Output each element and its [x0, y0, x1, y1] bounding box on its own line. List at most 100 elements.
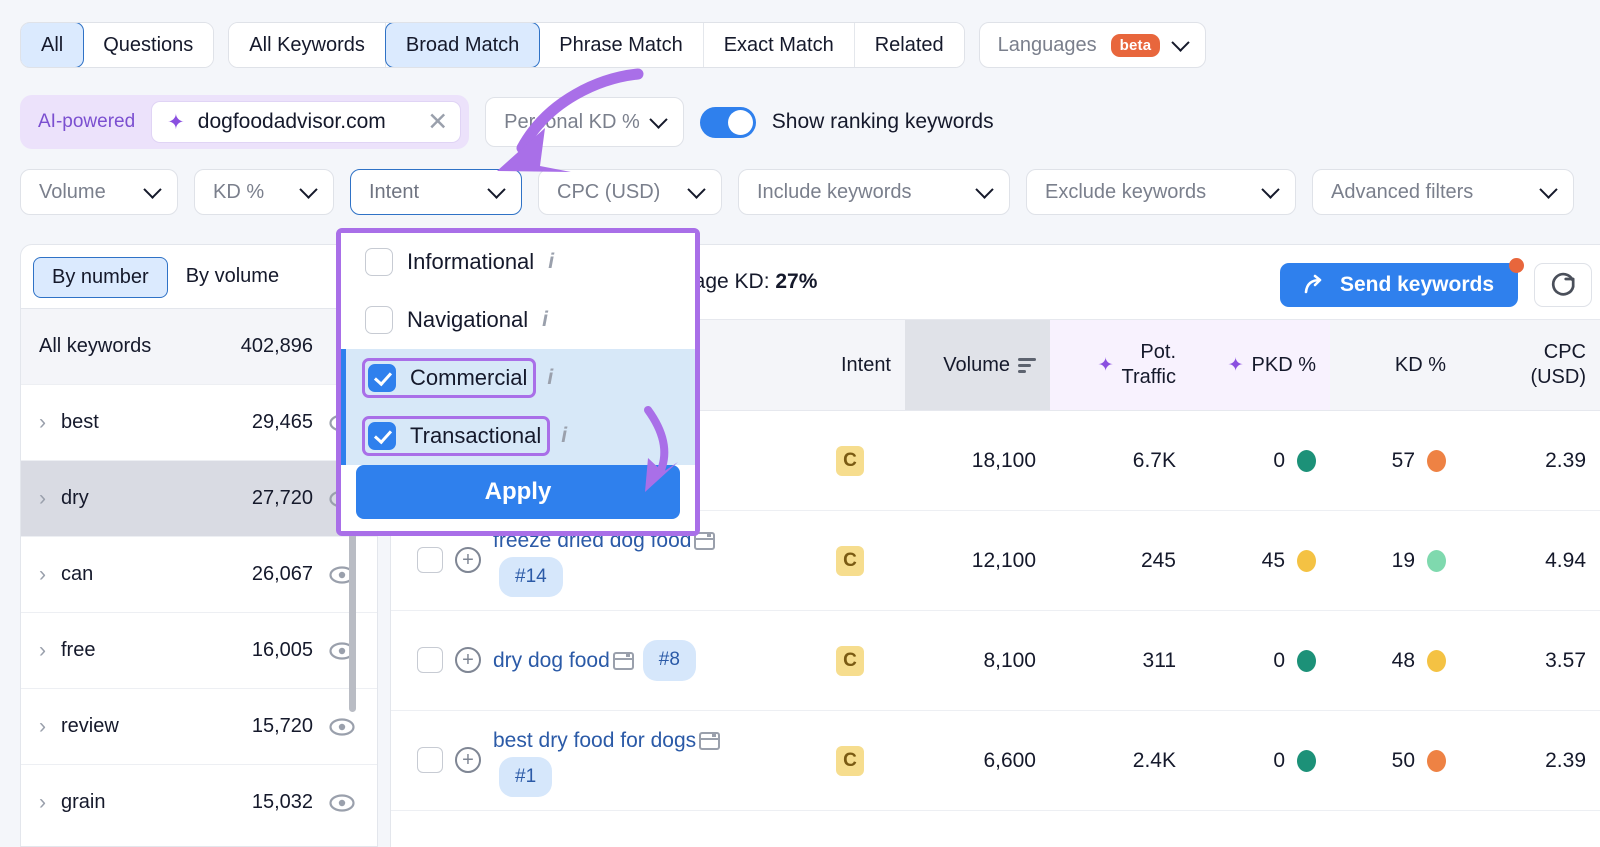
serp-features-icon[interactable]: [699, 732, 720, 750]
domain-input-wrapper[interactable]: ✦ dogfoodadvisor.com ✕: [151, 101, 461, 143]
cell-pkd: 45: [1190, 549, 1330, 573]
table-row[interactable]: +dry dog food#8C8,1003110483.57: [391, 611, 1600, 711]
refresh-button[interactable]: [1534, 263, 1592, 307]
filter-intent[interactable]: Intent: [350, 169, 522, 215]
sidebar-item-free[interactable]: ›free16,005: [21, 612, 377, 688]
chevron-right-icon[interactable]: ›: [39, 715, 61, 739]
personal-kd-dropdown[interactable]: Personal KD %: [485, 97, 684, 147]
chevron-down-icon: [687, 180, 705, 198]
col-volume-label: Volume: [943, 354, 1010, 377]
cell-volume: 8,100: [905, 649, 1050, 673]
chevron-down-icon: [649, 110, 667, 128]
sidebar-item-dry[interactable]: ›dry27,720: [21, 460, 377, 536]
row-checkbox[interactable]: [417, 747, 443, 773]
tab-all-keywords[interactable]: All Keywords: [229, 23, 386, 67]
chevron-right-icon[interactable]: ›: [39, 791, 61, 815]
tab-exact-match[interactable]: Exact Match: [704, 23, 855, 67]
row-checkbox[interactable]: [417, 647, 443, 673]
sidebar-item-can[interactable]: ›can26,067: [21, 536, 377, 612]
cell-pkd: 0: [1190, 749, 1330, 773]
cell-volume: 6,600: [905, 749, 1050, 773]
intent-checkbox[interactable]: [368, 364, 396, 392]
intent-option-navigational[interactable]: Navigationali: [341, 291, 695, 349]
add-keyword-icon[interactable]: +: [455, 647, 481, 673]
filter-exclude-keywords[interactable]: Exclude keywords: [1026, 169, 1296, 215]
col-pot-traffic[interactable]: ✦ Pot. Traffic: [1050, 320, 1190, 410]
position-chip: #8: [643, 640, 696, 680]
tab-phrase-match[interactable]: Phrase Match: [539, 23, 703, 67]
intent-badge: C: [836, 646, 864, 676]
intent-option-label: Transactional: [410, 423, 541, 449]
info-icon[interactable]: i: [548, 250, 554, 274]
info-icon[interactable]: i: [542, 308, 548, 332]
ai-powered-label: AI-powered: [20, 111, 151, 133]
sidebar-sort-tabs: By number By volume: [21, 245, 377, 308]
show-ranking-keywords-toggle[interactable]: [700, 107, 756, 138]
col-pot-traffic-line2: Traffic: [1122, 365, 1176, 390]
sidebar-item-best[interactable]: ›best29,465: [21, 384, 377, 460]
send-keywords-button[interactable]: Send keywords: [1280, 263, 1518, 307]
pkd-dot: [1297, 750, 1316, 772]
intent-checkbox[interactable]: [365, 248, 393, 276]
pkd-dot: [1297, 550, 1316, 572]
ai-powered-search: AI-powered ✦ dogfoodadvisor.com ✕: [20, 95, 469, 149]
keyword-link[interactable]: dry dog food#8: [493, 640, 696, 680]
sort-icon[interactable]: [1018, 358, 1036, 373]
keyword-groups-sidebar: By number By volume All keywords402,896›…: [20, 244, 378, 847]
chevron-down-icon: [1261, 180, 1279, 198]
tab-broad-match[interactable]: Broad Match: [385, 22, 540, 68]
cell-kd: 57: [1330, 449, 1460, 473]
intent-checkbox[interactable]: [368, 422, 396, 450]
chevron-right-icon[interactable]: ›: [39, 563, 61, 587]
intent-checkbox[interactable]: [365, 306, 393, 334]
intent-option-commercial[interactable]: Commerciali: [341, 349, 695, 407]
serp-features-icon[interactable]: [613, 652, 634, 670]
filter-kd[interactable]: KD %: [194, 169, 334, 215]
languages-dropdown[interactable]: Languages beta: [979, 22, 1207, 68]
cell-kd: 50: [1330, 749, 1460, 773]
col-kd[interactable]: KD %: [1330, 320, 1460, 410]
col-pkd[interactable]: ✦ PKD %: [1190, 320, 1330, 410]
col-intent[interactable]: Intent: [795, 320, 905, 410]
sidebar-tab-by-number[interactable]: By number: [33, 257, 168, 298]
intent-badge: C: [836, 746, 864, 776]
tab-questions[interactable]: Questions: [83, 23, 213, 67]
tab-all[interactable]: All: [20, 22, 84, 68]
apply-button[interactable]: Apply: [356, 465, 680, 519]
sidebar-tab-by-volume[interactable]: By volume: [168, 257, 297, 298]
question-filter-group: All Questions: [20, 22, 214, 68]
filter-include-keywords[interactable]: Include keywords: [738, 169, 1010, 215]
col-volume[interactable]: Volume: [905, 320, 1050, 410]
filter-cpc[interactable]: CPC (USD): [538, 169, 722, 215]
row-checkbox[interactable]: [417, 547, 443, 573]
filter-kd-label: KD %: [213, 181, 264, 204]
filter-volume[interactable]: Volume: [20, 169, 178, 215]
col-cpc-line2: (USD): [1530, 365, 1586, 390]
share-arrow-icon: [1304, 274, 1328, 296]
col-cpc-line1: CPC: [1544, 340, 1586, 365]
sidebar-item-review[interactable]: ›review15,720: [21, 688, 377, 764]
filter-advanced[interactable]: Advanced filters: [1312, 169, 1574, 215]
info-icon[interactable]: i: [547, 366, 553, 390]
eye-icon[interactable]: [329, 794, 355, 812]
table-row[interactable]: +best dry food for dogs#1C6,6002.4K0502.…: [391, 711, 1600, 811]
info-icon[interactable]: i: [561, 424, 567, 448]
add-keyword-icon[interactable]: +: [455, 547, 481, 573]
intent-option-transactional[interactable]: Transactional i: [341, 407, 695, 465]
domain-input[interactable]: dogfoodadvisor.com: [198, 110, 414, 134]
keyword-link[interactable]: best dry food for dogs#1: [493, 724, 781, 798]
show-ranking-keywords-label: Show ranking keywords: [772, 110, 994, 134]
eye-icon[interactable]: [329, 718, 355, 736]
chevron-right-icon[interactable]: ›: [39, 411, 61, 435]
intent-dropdown-inner: InformationaliNavigationaliCommercialiTr…: [341, 233, 695, 531]
sidebar-item-grain[interactable]: ›grain15,032: [21, 764, 377, 840]
col-cpc[interactable]: CPC (USD): [1460, 320, 1600, 410]
sidebar-item-count: 29,465: [252, 411, 313, 434]
sidebar-item-all-keywords[interactable]: All keywords402,896: [21, 308, 377, 384]
add-keyword-icon[interactable]: +: [455, 747, 481, 773]
tab-related[interactable]: Related: [855, 23, 964, 67]
chevron-right-icon[interactable]: ›: [39, 487, 61, 511]
close-icon[interactable]: ✕: [427, 110, 448, 135]
intent-option-informational[interactable]: Informationali: [341, 233, 695, 291]
chevron-right-icon[interactable]: ›: [39, 639, 61, 663]
